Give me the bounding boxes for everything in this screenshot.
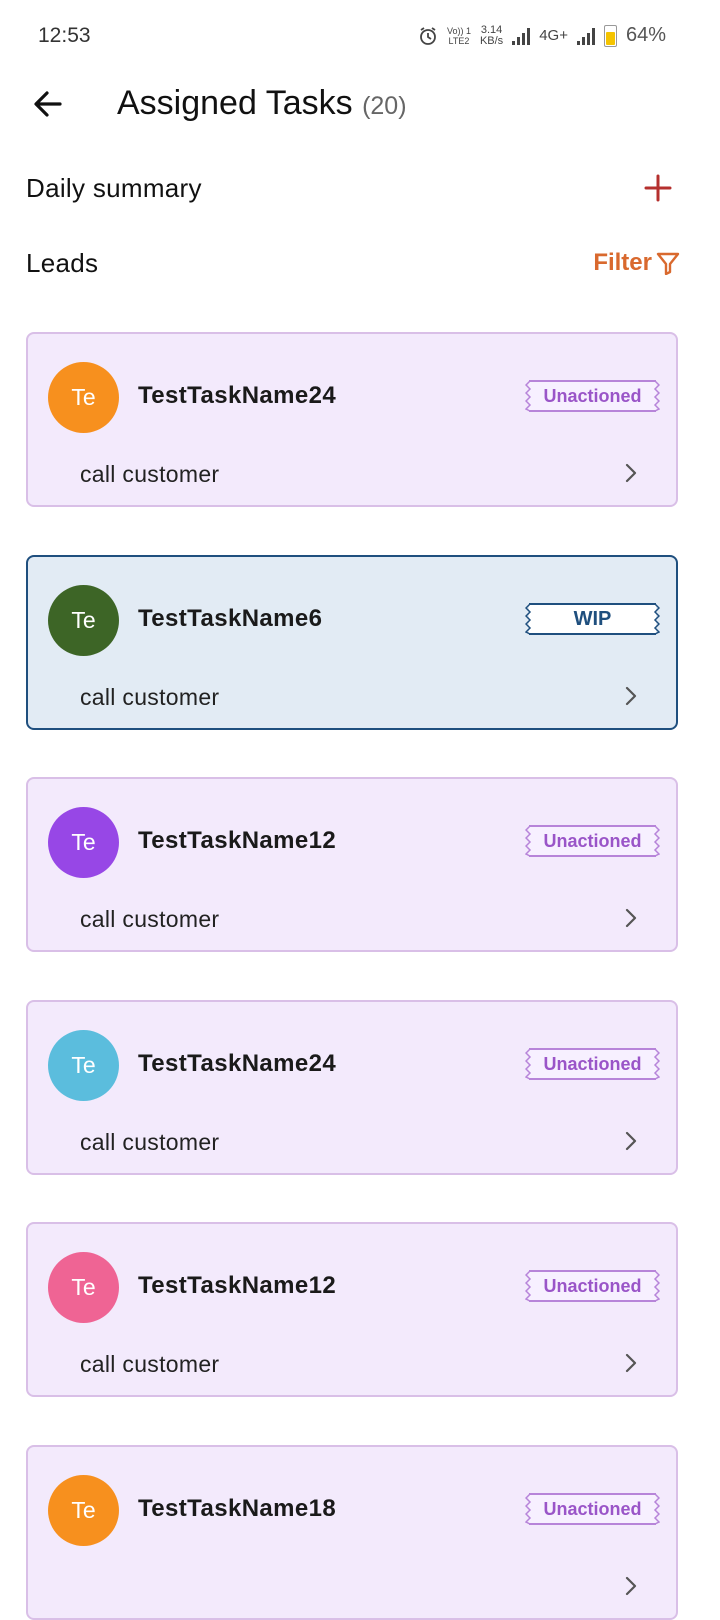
daily-summary-label: Daily summary bbox=[26, 172, 202, 203]
volte-bottom: LTE2 bbox=[448, 35, 470, 46]
task-name: TestTaskName24 bbox=[138, 382, 337, 409]
status-badge: Unactioned bbox=[525, 1048, 660, 1080]
task-description: call customer bbox=[80, 906, 220, 932]
task-description: call customer bbox=[80, 684, 220, 710]
badge-edge-left bbox=[525, 1493, 532, 1525]
status-badge: Unactioned bbox=[525, 380, 660, 412]
page-title: Assigned Tasks (20) bbox=[117, 84, 407, 123]
back-arrow-icon[interactable] bbox=[30, 86, 66, 122]
network-type: 4G+ bbox=[539, 27, 568, 44]
task-name: TestTaskName6 bbox=[138, 605, 323, 632]
badge-edge-left bbox=[525, 603, 532, 635]
leads-row: Leads Filter bbox=[26, 241, 680, 285]
avatar: Te bbox=[48, 1252, 119, 1323]
task-description: call customer bbox=[80, 1351, 220, 1377]
avatar: Te bbox=[48, 1030, 119, 1101]
task-card[interactable]: Te TestTaskName24 Unactioned call customer bbox=[26, 1000, 678, 1175]
task-count: (20) bbox=[362, 92, 407, 120]
badge-edge-left bbox=[525, 380, 532, 412]
avatar: Te bbox=[48, 807, 119, 878]
badge-edge-left bbox=[525, 825, 532, 857]
leads-label: Leads bbox=[26, 247, 99, 278]
page-title-text: Assigned Tasks bbox=[117, 84, 353, 122]
badge-edge-right bbox=[653, 603, 660, 635]
badge-edge-right bbox=[653, 380, 660, 412]
task-name: TestTaskName18 bbox=[138, 1495, 337, 1522]
status-badge-label: Unactioned bbox=[543, 1275, 642, 1296]
network-speed: 3.14 KB/s bbox=[479, 23, 504, 47]
status-badge: Unactioned bbox=[525, 1270, 660, 1302]
speed-value: 3.14 bbox=[480, 23, 503, 36]
task-name: TestTaskName12 bbox=[138, 827, 337, 854]
daily-summary-row: Daily summary bbox=[26, 166, 680, 210]
volte-indicator: Vo)) 1 LTE2 bbox=[447, 26, 471, 46]
chevron-right-icon[interactable] bbox=[622, 1130, 640, 1152]
status-badge-label: WIP bbox=[573, 607, 612, 630]
task-card[interactable]: Te TestTaskName12 Unactioned call customer bbox=[26, 777, 678, 952]
task-name: TestTaskName24 bbox=[138, 1050, 337, 1077]
chevron-right-icon[interactable] bbox=[622, 685, 640, 707]
chevron-right-icon[interactable] bbox=[622, 1575, 640, 1597]
filter-icon bbox=[656, 252, 680, 275]
task-card[interactable]: Te TestTaskName6 WIP call customer bbox=[26, 555, 678, 730]
task-card[interactable]: Te TestTaskName24 Unactioned call customer bbox=[26, 332, 678, 507]
badge-edge-right bbox=[653, 1270, 660, 1302]
signal-icon-2 bbox=[576, 27, 595, 45]
status-badge-label: Unactioned bbox=[543, 1053, 642, 1074]
battery-percent: 64% bbox=[625, 24, 666, 46]
avatar: Te bbox=[48, 362, 119, 433]
badge-edge-right bbox=[653, 825, 660, 857]
filter-label: Filter bbox=[593, 249, 652, 276]
task-name: TestTaskName12 bbox=[138, 1272, 337, 1299]
status-badge-label: Unactioned bbox=[543, 1498, 642, 1519]
status-badge-label: Unactioned bbox=[543, 385, 642, 406]
task-description: call customer bbox=[80, 461, 220, 487]
status-badge: WIP bbox=[525, 603, 660, 635]
chevron-right-icon[interactable] bbox=[622, 1352, 640, 1374]
chevron-right-icon[interactable] bbox=[622, 907, 640, 929]
status-badge: Unactioned bbox=[525, 825, 660, 857]
status-time: 12:53 bbox=[38, 24, 91, 47]
status-bar: 12:53 Vo)) 1 LTE2 3.14 KB/s 4G+ 64% bbox=[0, 0, 720, 76]
avatar: Te bbox=[48, 1475, 119, 1546]
badge-edge-left bbox=[525, 1048, 532, 1080]
task-card[interactable]: Te TestTaskName18 Unactioned bbox=[26, 1445, 678, 1620]
battery-icon bbox=[603, 24, 617, 47]
status-icons: Vo)) 1 LTE2 3.14 KB/s 4G+ 64% bbox=[418, 24, 666, 47]
speed-unit: KB/s bbox=[479, 34, 504, 47]
avatar: Te bbox=[48, 585, 119, 656]
badge-edge-right bbox=[653, 1493, 660, 1525]
battery-fill bbox=[605, 31, 615, 45]
badge-edge-left bbox=[525, 1270, 532, 1302]
status-badge-label: Unactioned bbox=[543, 830, 642, 851]
chevron-right-icon[interactable] bbox=[622, 462, 640, 484]
filter-button[interactable]: Filter bbox=[593, 249, 680, 277]
volte-top: Vo)) 1 bbox=[446, 25, 471, 36]
task-card[interactable]: Te TestTaskName12 Unactioned call customer bbox=[26, 1222, 678, 1397]
app-header: Assigned Tasks (20) bbox=[0, 76, 720, 136]
alarm-icon bbox=[420, 26, 436, 45]
add-icon[interactable] bbox=[642, 172, 674, 204]
signal-icon-1 bbox=[512, 27, 531, 45]
badge-edge-right bbox=[653, 1048, 660, 1080]
task-description: call customer bbox=[80, 1129, 220, 1155]
status-badge: Unactioned bbox=[525, 1493, 660, 1525]
